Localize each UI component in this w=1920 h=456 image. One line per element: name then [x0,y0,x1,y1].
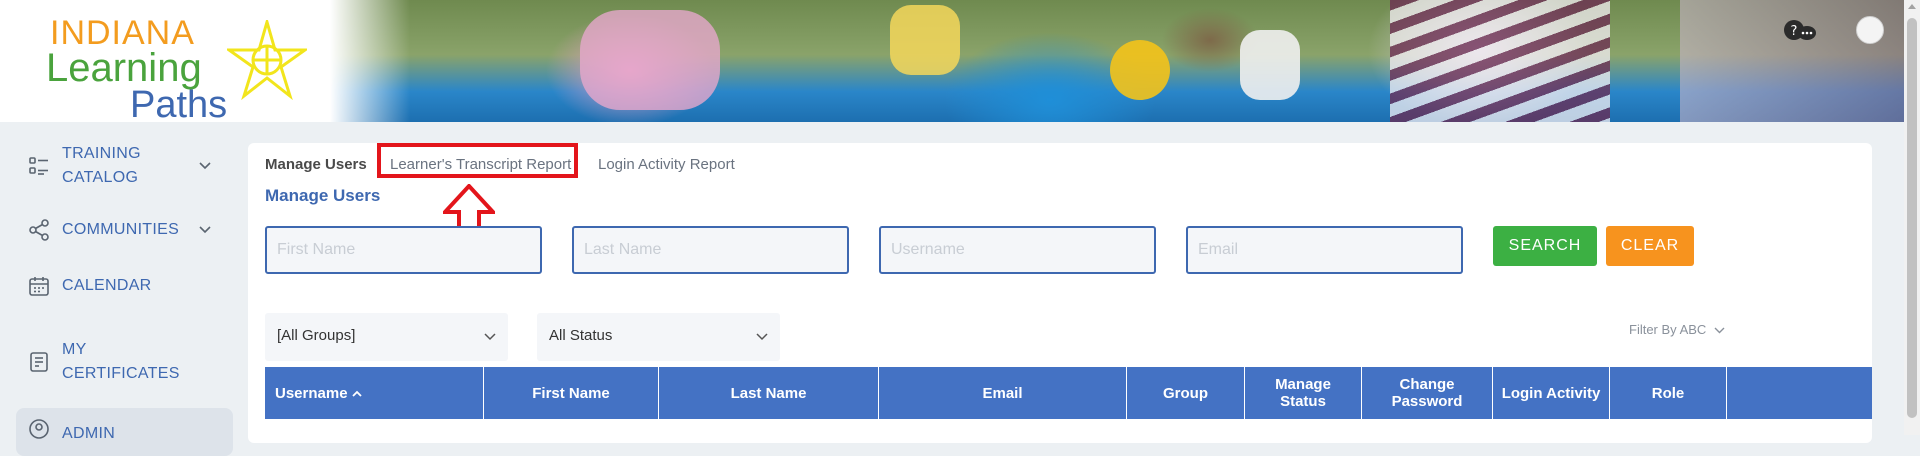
sidebar-item-label: TRAINING [62,145,141,162]
column-header-label: Login Activity [1501,384,1601,402]
column-header-label: Email [982,384,1023,402]
sidebar-item-label: CATALOG [62,169,139,186]
page-scrollbar[interactable] [1904,0,1920,435]
certificate-icon [30,352,48,372]
share-network-icon [29,219,49,241]
sidebar-item-label: CERTIFICATES [62,365,180,382]
user-circle-icon [29,419,49,439]
column-header-role[interactable]: Role [1610,367,1727,419]
indiana-learning-paths-logo[interactable]: INDIANA Learning Paths [22,6,307,122]
last-name-input[interactable] [572,226,849,274]
column-header-label: Last Name [730,384,807,402]
sidebar-item-label: ADMIN [62,425,116,442]
group-select[interactable]: [All Groups] [265,313,508,361]
banner-photo [330,0,1904,122]
sidebar-item-admin[interactable]: ADMIN [16,408,233,456]
tab-manage-users[interactable]: Manage Users [265,155,367,175]
sidebar-item-label: CALENDAR [62,277,152,294]
chevron-down-icon [484,333,496,341]
help-chat-icon[interactable]: ? [1782,18,1818,44]
column-header-label: Role [1651,384,1685,402]
scroll-up-arrow-icon[interactable] [1908,4,1916,9]
header-banner: INDIANA Learning Paths ? [0,0,1904,122]
column-header-group[interactable]: Group [1127,367,1245,419]
sidebar-item-calendar[interactable]: CALENDAR [16,270,233,302]
column-header-label: Status [1280,393,1326,410]
column-header-label: First Name [532,384,610,402]
tab-login-activity-report[interactable]: Login Activity Report [598,155,735,175]
column-header-first-name[interactable]: First Name [484,367,659,419]
column-header-label: Username [275,384,348,402]
calendar-icon [29,277,49,296]
chevron-down-icon [756,333,768,341]
sidebar-item-communities[interactable]: COMMUNITIES [16,214,233,246]
sort-ascending-icon[interactable] [351,390,362,397]
search-button[interactable]: SEARCH [1493,226,1597,266]
chevron-down-icon[interactable] [199,162,211,170]
column-header-last-name[interactable]: Last Name [659,367,879,419]
sidebar: TRAINING CATALOG COMMUNITIES CALENDAR MY… [0,122,248,456]
column-header-change-password[interactable]: Change Password [1362,367,1493,419]
status-select-value: All Status [549,327,613,344]
svg-text:?: ? [1791,24,1798,39]
sidebar-item-my-certificates[interactable]: MY CERTIFICATES [16,338,233,386]
page-title: Manage Users [265,186,381,205]
user-avatar-icon[interactable] [1856,16,1884,44]
chevron-down-icon[interactable] [1714,327,1725,334]
highlight-annotation-box [377,143,578,178]
sidebar-item-label: MY [62,341,87,358]
column-header-username[interactable]: Username [265,367,484,419]
column-header-email[interactable]: Email [879,367,1127,419]
scroll-thumb[interactable] [1907,18,1917,418]
catalog-list-icon [29,157,48,175]
email-input[interactable] [1186,226,1463,274]
column-header-actions [1727,367,1872,419]
sunburst-star-icon [227,20,307,100]
column-header-label: Change [1399,376,1455,393]
column-header-manage-status[interactable]: Manage Status [1245,367,1362,419]
group-select-value: [All Groups] [277,327,356,344]
sidebar-item-label: COMMUNITIES [62,221,180,238]
users-table-header: Username First Name Last Name Email Grou… [265,367,1872,419]
column-header-login-activity[interactable]: Login Activity [1493,367,1610,419]
status-select[interactable]: All Status [537,313,780,361]
column-header-label: Password [1391,393,1463,410]
first-name-input[interactable] [265,226,542,274]
column-header-label: Manage [1275,376,1331,393]
filter-by-abc-dropdown[interactable]: Filter By ABC [1629,322,1706,337]
logo-text-paths: Paths [130,84,228,122]
column-header-label: Group [1163,384,1208,402]
clear-button[interactable]: CLEAR [1606,226,1694,266]
username-input[interactable] [879,226,1156,274]
sidebar-item-training-catalog[interactable]: TRAINING CATALOG [16,142,233,190]
chevron-down-icon[interactable] [199,226,211,234]
